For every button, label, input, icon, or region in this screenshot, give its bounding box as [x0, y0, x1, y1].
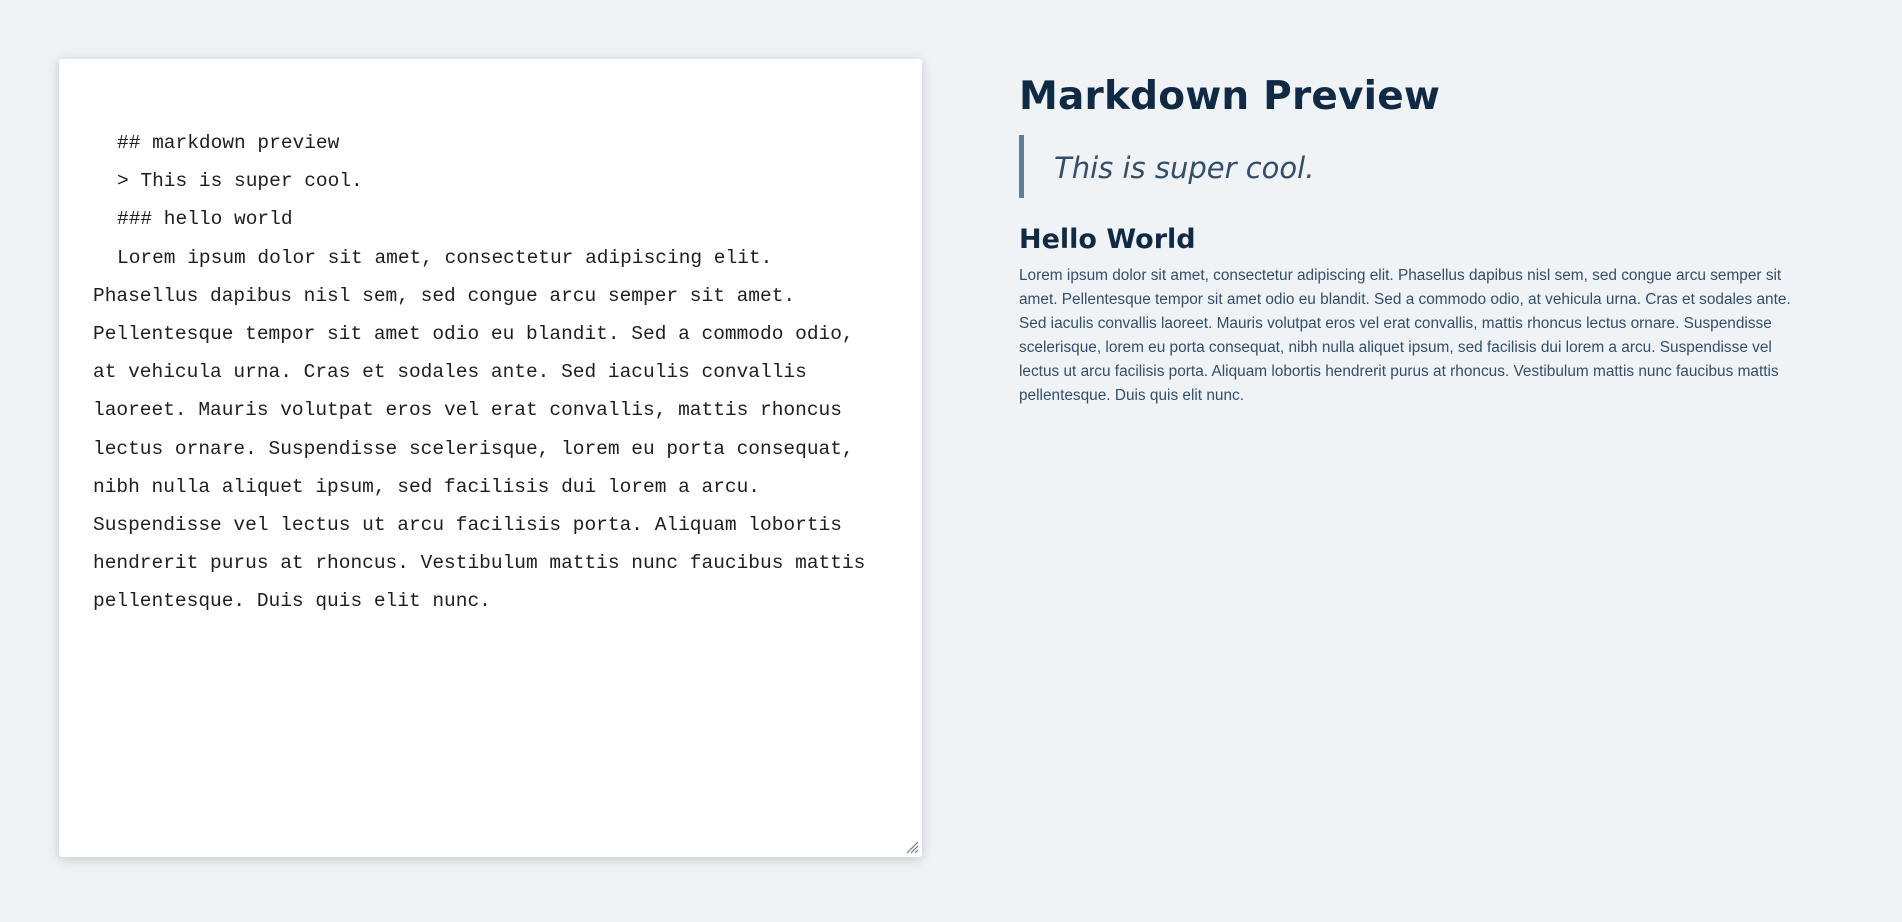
editor-line-paragraph: Lorem ipsum dolor sit amet, consectetur …	[93, 246, 878, 613]
markdown-previewer-page: ## markdown preview > This is super cool…	[0, 0, 1902, 922]
editor-line-subheading: ### hello world	[117, 208, 293, 231]
editor-line-quote: > This is super cool.	[117, 170, 363, 193]
preview-subheading: Hello World	[1019, 224, 1196, 255]
preview-blockquote: This is super cool.	[1019, 135, 1816, 198]
preview-title: Markdown Preview	[1019, 74, 1441, 119]
preview-paragraph: Lorem ipsum dolor sit amet, consectetur …	[1019, 267, 1791, 404]
markdown-editor-textarea[interactable]: ## markdown preview > This is super cool…	[59, 59, 922, 857]
markdown-preview-pane: Markdown Preview This is super cool. Hel…	[1019, 68, 1816, 408]
editor-line-heading: ## markdown preview	[117, 132, 340, 154]
resize-grip-icon[interactable]	[906, 841, 919, 854]
